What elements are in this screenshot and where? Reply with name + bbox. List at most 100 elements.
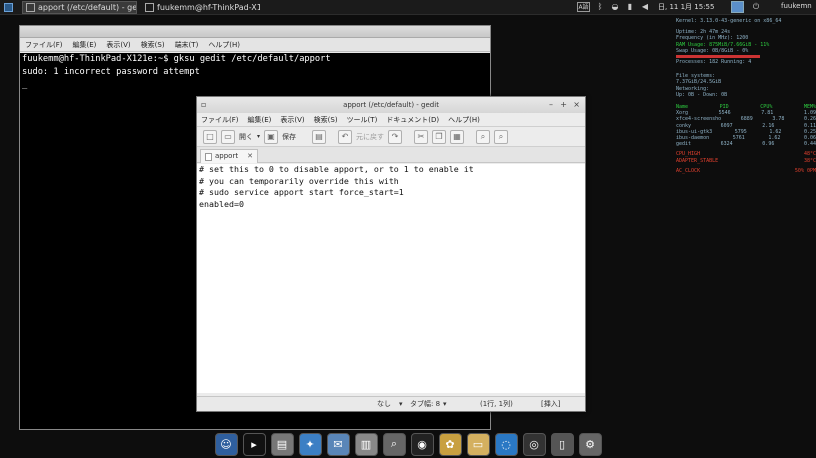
- syntax-selector[interactable]: なし: [377, 397, 391, 411]
- power-icon[interactable]: ⏻: [751, 2, 761, 12]
- text-line: # set this to 0 to disable apport, or to…: [199, 164, 474, 174]
- find-icon[interactable]: ⌕: [476, 129, 491, 144]
- safari-icon[interactable]: ✦: [298, 432, 322, 456]
- text-line: enabled=0: [199, 198, 244, 209]
- gedit-icon: [26, 3, 35, 12]
- minimize-icon[interactable]: –: [549, 97, 553, 113]
- close-icon[interactable]: ×: [573, 97, 580, 113]
- save-icon[interactable]: ▣: [264, 129, 279, 144]
- text-line: # you can temporarily override this with: [199, 175, 399, 186]
- menu-documents[interactable]: ドキュメント(D): [386, 113, 439, 126]
- battery-icon[interactable]: ▮: [625, 2, 635, 12]
- gedit-toolbar: □ ▭ 開く ▾ ▣ 保存 ▤ ↶ 元に戻す ↷ ✂ ❐ ▦ ⌕ ⌕: [197, 127, 585, 147]
- terminal-cursor: _: [22, 80, 28, 90]
- menu-help[interactable]: ヘルプ(H): [208, 38, 240, 51]
- menu-search[interactable]: 検索(S): [314, 113, 338, 126]
- user-name[interactable]: fuukemn: [781, 2, 812, 10]
- finder-icon[interactable]: ☺: [214, 432, 238, 456]
- photo-icon[interactable]: ◉: [410, 432, 434, 456]
- status-bar: なし ▾ タブ幅: 8 ▾ (1行, 1列) [挿入]: [197, 396, 585, 411]
- undo-icon[interactable]: ↶: [338, 129, 353, 144]
- open-icon[interactable]: ▭: [221, 129, 235, 144]
- apps-icon[interactable]: ▥: [354, 432, 378, 456]
- window-title: apport (/etc/default) - gedit: [343, 101, 439, 109]
- syntax-dropdown-icon: ▾: [399, 400, 403, 408]
- proc-pid: 6889: [740, 116, 753, 123]
- battery-row: AC_CLOCK 50% 0PM: [676, 168, 816, 174]
- menu-file[interactable]: ファイル(F): [25, 38, 63, 51]
- dock: ☺ ▸ ▤ ✦ ✉ ▥ ⌕ ◉ ✿ ▭ ◌ ◎ ▯ ⚙: [208, 430, 608, 458]
- replace-icon[interactable]: ⌕: [494, 129, 509, 144]
- gedit-titlebar[interactable]: ▫ apport (/etc/default) - gedit – + ×: [197, 97, 585, 113]
- menu-edit[interactable]: 編集(E): [248, 113, 272, 126]
- battery-value: 50% 0PM: [794, 167, 816, 174]
- swap-text: Swap Usage: 0B/8GiB - 0%: [676, 47, 749, 54]
- bluetooth-icon[interactable]: ᛒ: [595, 2, 605, 12]
- undo-button[interactable]: 元に戻す: [356, 132, 384, 142]
- text-editor[interactable]: # set this to 0 to disable apport, or to…: [197, 164, 585, 393]
- volume-icon[interactable]: ◀: [640, 2, 650, 12]
- settings-icon[interactable]: ⚙: [578, 432, 602, 456]
- conky-monitor: Kernel: 3.13.0-43-generic on x86_64 Upti…: [676, 18, 816, 248]
- mail-icon[interactable]: ✉: [326, 432, 350, 456]
- paste-icon[interactable]: ▦: [450, 129, 465, 144]
- menu-help[interactable]: ヘルプ(H): [448, 113, 480, 126]
- input-method-icon[interactable]: A語: [577, 2, 590, 12]
- gedit-menubar: ファイル(F) 編集(E) 表示(V) 検索(S) ツール(T) ドキュメント(…: [197, 113, 585, 127]
- cpu-bar: [676, 55, 760, 59]
- proc-mem: 0.44: [803, 141, 816, 148]
- web-icon[interactable]: ◌: [494, 432, 518, 456]
- terminal-line: fuukemm@hf-ThinkPad-X121e:~$ gksu gedit …: [22, 54, 331, 64]
- terminal-icon: [145, 3, 154, 12]
- proc-name: gedit: [676, 141, 692, 148]
- text-line: # sudo service apport start force_start=…: [199, 187, 404, 197]
- task-terminal[interactable]: fuukemm@hf-ThinkPad-X1...: [142, 1, 260, 14]
- tab-width-selector[interactable]: タブ幅: 8: [410, 397, 440, 411]
- menu-tools[interactable]: ツール(T): [347, 113, 378, 126]
- gedit-window[interactable]: ▫ apport (/etc/default) - gedit – + × ファ…: [196, 96, 586, 412]
- open-dropdown-icon[interactable]: ▾: [257, 133, 260, 140]
- wifi-icon[interactable]: ◒: [610, 2, 620, 12]
- temp-value: 38°C: [803, 157, 816, 164]
- tab-label: apport: [215, 152, 239, 160]
- games-icon[interactable]: ✿: [438, 432, 462, 456]
- terminal-line: sudo: 1 incorrect password attempt: [22, 67, 200, 77]
- terminal-icon[interactable]: ▸: [242, 432, 266, 456]
- tab-width-dropdown-icon: ▾: [443, 400, 447, 408]
- display-icon[interactable]: [731, 1, 744, 13]
- redo-icon[interactable]: ↷: [388, 129, 403, 144]
- proc-cpu: 0.96: [762, 141, 775, 148]
- tab-apport[interactable]: apport ✕: [200, 149, 258, 163]
- new-document-icon[interactable]: □: [203, 129, 217, 144]
- preview-icon[interactable]: ⌕: [382, 432, 406, 456]
- tab-close-icon[interactable]: ✕: [247, 150, 253, 163]
- clock[interactable]: 日, 11 1月 15:55: [658, 2, 714, 12]
- disk-icon[interactable]: ◎: [522, 432, 546, 456]
- save-button[interactable]: 保存: [282, 132, 296, 142]
- cut-icon[interactable]: ✂: [414, 129, 429, 144]
- menu-view[interactable]: 表示(V): [280, 113, 304, 126]
- menu-edit[interactable]: 編集(E): [73, 38, 97, 51]
- menu-search[interactable]: 検索(S): [141, 38, 165, 51]
- temp-label: ADAPTER_STABLE: [676, 157, 719, 164]
- menu-file[interactable]: ファイル(F): [201, 113, 239, 126]
- open-button[interactable]: 開く: [239, 132, 253, 142]
- proc-pid: 6324: [720, 141, 733, 148]
- maximize-icon[interactable]: +: [560, 97, 567, 113]
- copy-icon[interactable]: ❐: [432, 129, 447, 144]
- folder-icon[interactable]: ▭: [466, 432, 490, 456]
- terminal-titlebar[interactable]: [20, 26, 490, 38]
- task-gedit[interactable]: apport (/etc/default) - gedit: [22, 1, 137, 14]
- window-menu-icon[interactable]: ▫: [201, 97, 206, 113]
- trash-icon[interactable]: ▯: [550, 432, 574, 456]
- files-icon[interactable]: ▤: [270, 432, 294, 456]
- print-icon[interactable]: ▤: [312, 129, 327, 144]
- menu-terminal[interactable]: 端末(T): [175, 38, 199, 51]
- battery-label: AC_CLOCK: [676, 167, 701, 174]
- proc-pid: 6097: [720, 122, 733, 129]
- insert-mode: [挿入]: [541, 400, 561, 408]
- gedit-tabbar: apport ✕: [197, 147, 585, 163]
- menu-view[interactable]: 表示(V): [106, 38, 130, 51]
- app-menu-icon[interactable]: [1, 1, 13, 14]
- top-panel: apport (/etc/default) - gedit fuukemm@hf…: [0, 0, 816, 15]
